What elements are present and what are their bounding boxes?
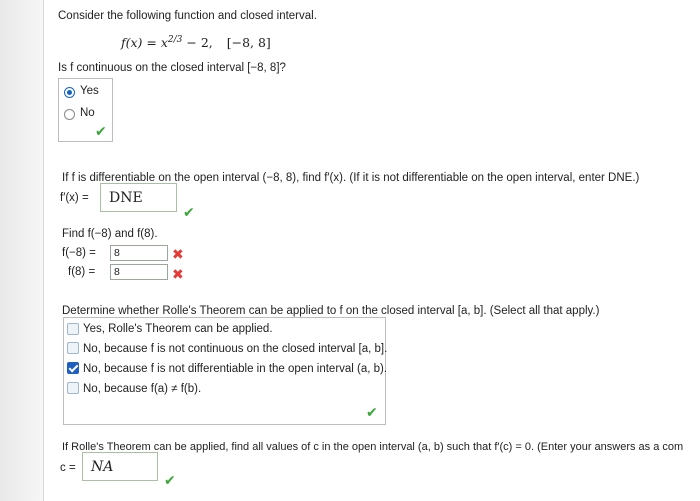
q4-prompt: Determine whether Rolle's Theorem can be… [62,305,600,317]
q1-answer-box: Yes No ✔ [58,78,113,142]
c-values-input[interactable]: NA [82,452,158,481]
function-definition: f(x) = x2/3 − 2, [−8, 8] [121,35,271,50]
function-tail: − 2, [186,35,213,51]
correct-check-icon: ✔ [164,472,176,488]
incorrect-x-icon: ✖ [172,266,184,282]
correct-check-icon: ✔ [183,204,195,220]
q5-label: c = [60,462,76,474]
q4-answer-box: Yes, Rolle's Theorem can be applied. No,… [63,317,388,425]
q3-prompt: Find f(−8) and f(8). [62,228,158,240]
question-page: Consider the following function and clos… [43,0,700,501]
fprime-input[interactable]: DNE [100,183,177,212]
q2-label: f′(x) = [60,192,89,204]
option-checkbox[interactable] [67,323,79,335]
option-checkbox[interactable] [67,382,79,394]
radio-yes[interactable] [64,87,75,98]
option-checkbox[interactable] [67,342,79,354]
q4-option-label: No, because f is not continuous on the c… [83,343,388,355]
left-margin [0,0,43,501]
q4-option-label: Yes, Rolle's Theorem can be applied. [83,323,273,335]
option-yes-label: Yes [80,85,99,97]
incorrect-x-icon: ✖ [172,246,184,262]
q3-label-a: f(−8) = [62,247,96,259]
q4-option-label: No, because f is not differentiable in t… [83,363,388,375]
q1-prompt: Consider the following function and clos… [58,10,317,22]
f-neg8-input[interactable]: 8 [110,245,168,261]
function-base: f(x) = x [121,35,168,51]
option-checkbox-checked[interactable] [67,362,79,374]
q1-question: Is f continuous on the closed interval [… [58,62,286,74]
radio-no[interactable] [64,109,75,120]
q4-option-label: No, because f(a) ≠ f(b). [83,383,202,395]
q3-label-b: f(8) = [68,266,96,278]
function-interval: [−8, 8] [226,35,271,51]
correct-check-icon: ✔ [366,404,378,420]
f-8-input[interactable]: 8 [110,264,168,280]
option-no-label: No [80,107,95,119]
function-exponent: 2/3 [167,35,183,45]
correct-check-icon: ✔ [95,123,107,139]
